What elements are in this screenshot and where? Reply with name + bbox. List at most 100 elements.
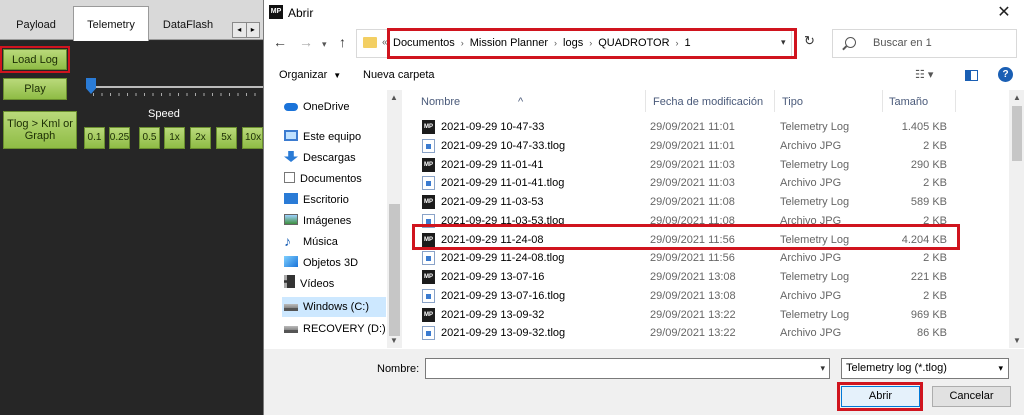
help-icon[interactable]: ?: [998, 67, 1013, 82]
table-row[interactable]: 2021-09-29 13-09-32.tlog 29/09/2021 13:22…: [410, 324, 1010, 342]
table-row[interactable]: 2021-09-29 11-03-53.tlog 29/09/2021 11:08…: [410, 212, 1010, 230]
sidebar-item-descargas[interactable]: Descargas: [284, 148, 356, 168]
table-row[interactable]: MP 2021-09-29 11-01-41 29/09/2021 11:03 Tel…: [410, 156, 1010, 174]
load-log-button[interactable]: Load Log: [0, 46, 70, 73]
close-icon[interactable]: ✕: [989, 2, 1019, 24]
file-type: Telemetry Log: [780, 121, 850, 133]
column-divider[interactable]: [955, 90, 956, 112]
sidebar-item-onedrive[interactable]: OneDrive: [284, 97, 349, 117]
sort-ascending-icon: ^: [518, 96, 524, 108]
breadcrumb-mission-planner[interactable]: Mission Planner: [470, 37, 548, 49]
file-icon: [422, 326, 435, 341]
table-row[interactable]: MP 2021-09-29 11-24-08 29/09/2021 11:56 Tel…: [410, 231, 1010, 249]
tab-telemetry-logs[interactable]: Telemetry Logs: [73, 6, 149, 67]
column-name[interactable]: Nombre: [421, 96, 460, 108]
speed-button[interactable]: 2x: [190, 127, 211, 149]
file-list-scroll-thumb[interactable]: [1012, 106, 1022, 161]
search-box[interactable]: Buscar en 1: [832, 29, 1017, 58]
dialog-titlebar: MP Abrir ✕: [264, 0, 1024, 26]
dialog-footer: Nombre: ▾ Telemetry log (*.tlog) ▾ Abrir…: [264, 349, 1024, 415]
sidebar-item-musica[interactable]: ♪ Música: [284, 232, 338, 252]
breadcrumb-overflow-icon[interactable]: «: [382, 37, 388, 48]
filename-field[interactable]: ▾: [425, 358, 830, 379]
chevron-right-icon[interactable]: ›: [461, 38, 464, 48]
column-divider[interactable]: [882, 90, 883, 112]
table-row[interactable]: MP 2021-09-29 10-47-33 29/09/2021 11:01 Tel…: [410, 118, 1010, 136]
breadcrumb-documentos[interactable]: Documentos: [393, 37, 455, 49]
breadcrumb-quadrotor[interactable]: QUADROTOR: [598, 37, 669, 49]
tab-scroll-left-icon[interactable]: ◂: [233, 23, 246, 37]
search-input[interactable]: Buscar en 1: [873, 37, 932, 49]
column-date[interactable]: Fecha de modificación: [653, 96, 763, 108]
sidebar-item-escritorio[interactable]: Escritorio: [284, 190, 349, 210]
scroll-down-icon[interactable]: ▼: [1013, 336, 1021, 345]
chevron-right-icon[interactable]: ›: [554, 38, 557, 48]
chevron-right-icon[interactable]: ›: [589, 38, 592, 48]
sidebar-item-este-equipo[interactable]: Este equipo: [284, 127, 361, 147]
file-size: 2 KB: [923, 214, 947, 227]
chevron-right-icon[interactable]: ›: [676, 38, 679, 48]
up-arrow-icon[interactable]: ↑: [339, 34, 346, 50]
address-bar[interactable]: « Documentos › Mission Planner › logs › QUADRO…: [356, 28, 797, 59]
column-divider[interactable]: [645, 90, 646, 112]
table-row[interactable]: MP 2021-09-29 11-03-53 29/09/2021 11:08 Tel…: [410, 193, 1010, 211]
nav-scrollbar[interactable]: ▲ ▼: [387, 90, 402, 348]
column-type[interactable]: Tipo: [782, 96, 803, 108]
cancel-button[interactable]: Cancelar: [932, 386, 1011, 407]
new-folder-button[interactable]: Nueva carpeta: [363, 69, 435, 81]
column-divider[interactable]: [774, 90, 775, 112]
chevron-down-icon: ▼: [333, 71, 342, 80]
speed-button[interactable]: 0.1: [84, 127, 105, 149]
speed-button[interactable]: 0.5: [139, 127, 160, 149]
file-name: 2021-09-29 13-07-16: [441, 271, 545, 283]
sidebar-item-label: Objetos 3D: [303, 257, 359, 269]
file-list-scrollbar[interactable]: ▲ ▼: [1009, 90, 1024, 348]
file-type-select[interactable]: Telemetry log (*.tlog) ▾: [841, 358, 1009, 379]
file-name: 2021-09-29 13-09-32.tlog: [441, 327, 566, 340]
file-list-header: ^ Nombre Fecha de modificación Tipo Tama…: [410, 90, 1010, 112]
tab-dataflash-logs[interactable]: DataFlash Logs: [150, 11, 226, 59]
recent-locations-chevron-icon[interactable]: ▾: [322, 39, 327, 50]
back-arrow-icon[interactable]: ←: [273, 34, 287, 50]
scroll-down-icon[interactable]: ▼: [390, 336, 398, 345]
sidebar-item-imagenes[interactable]: Imágenes: [284, 211, 351, 231]
sidebar-item-documentos[interactable]: Documentos: [284, 169, 362, 189]
table-row[interactable]: MP 2021-09-29 13-09-32 29/09/2021 13:22 Tel…: [410, 306, 1010, 324]
nav-scroll-thumb[interactable]: [389, 204, 400, 336]
sidebar-item-objetos-3d[interactable]: Objetos 3D: [284, 253, 358, 273]
file-name: 2021-09-29 11-03-53.tlog: [441, 214, 565, 227]
view-options-icon[interactable]: ☷ ▾: [915, 68, 933, 81]
breadcrumb-1[interactable]: 1: [685, 37, 691, 49]
table-row[interactable]: 2021-09-29 11-01-41.tlog 29/09/2021 11:03…: [410, 174, 1010, 192]
tab-scroll-right-icon[interactable]: ▸: [245, 23, 260, 37]
speed-button[interactable]: 1x: [164, 127, 185, 149]
column-size[interactable]: Tamaño: [889, 96, 928, 108]
forward-arrow-icon[interactable]: →: [299, 34, 313, 50]
slider-thumb[interactable]: [86, 78, 96, 94]
scroll-up-icon[interactable]: ▲: [390, 93, 398, 102]
table-row[interactable]: 2021-09-29 11-24-08.tlog 29/09/2021 11:56…: [410, 249, 1010, 267]
refresh-icon[interactable]: ↻: [804, 33, 815, 49]
table-row[interactable]: MP 2021-09-29 13-07-16 29/09/2021 13:08 Tel…: [410, 268, 1010, 286]
breadcrumb-logs[interactable]: logs: [563, 37, 583, 49]
scroll-up-icon[interactable]: ▲: [1013, 93, 1021, 102]
speed-button[interactable]: 10x: [242, 127, 263, 149]
play-button[interactable]: Play: [3, 78, 67, 100]
sidebar-item-recovery-d[interactable]: RECOVERY (D:): [284, 319, 386, 339]
tlog-to-kml-button[interactable]: Tlog > Kml or Graph: [3, 111, 77, 149]
speed-button[interactable]: 5x: [216, 127, 237, 149]
playback-slider[interactable]: [88, 86, 263, 88]
speed-button[interactable]: 0.25: [109, 127, 130, 149]
sidebar-item-videos[interactable]: Vídeos: [284, 274, 334, 294]
preview-pane-icon[interactable]: [965, 70, 978, 81]
address-dropdown-icon[interactable]: ▾: [781, 37, 786, 48]
navigation-row: ← → ▾ ↑ « Documentos › Mission Planner › log…: [264, 28, 1024, 59]
tab-payload-control[interactable]: Payload Control: [0, 11, 72, 59]
chevron-down-icon[interactable]: ▾: [820, 363, 825, 374]
table-row[interactable]: 2021-09-29 10-47-33.tlog 29/09/2021 11:01…: [410, 137, 1010, 155]
file-type: Telemetry Log: [780, 196, 850, 208]
sidebar-item-windows-c[interactable]: Windows (C:): [282, 297, 386, 317]
table-row[interactable]: 2021-09-29 13-07-16.tlog 29/09/2021 13:08…: [410, 287, 1010, 305]
organize-menu[interactable]: Organizar ▼: [279, 69, 341, 81]
open-button[interactable]: Abrir: [841, 386, 920, 407]
